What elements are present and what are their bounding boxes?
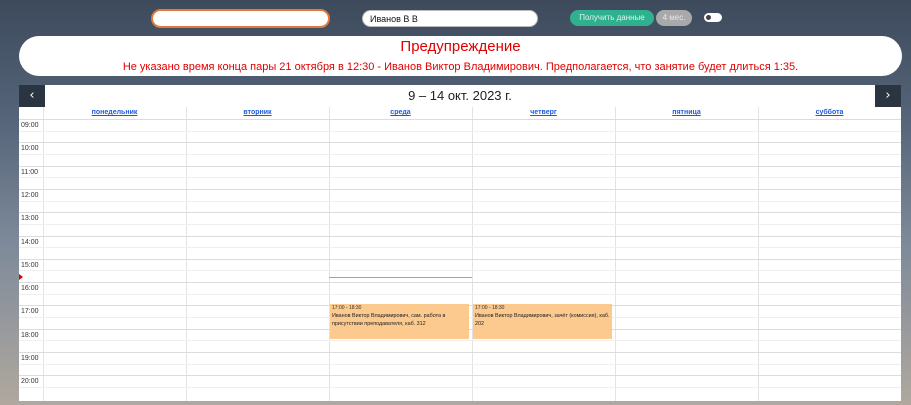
time-label: 10:00 — [21, 145, 39, 153]
day-link[interactable]: понедельник — [43, 107, 186, 119]
hour-gridline — [19, 142, 901, 144]
day-header: вторник — [186, 107, 329, 119]
time-label: 15:00 — [21, 261, 39, 269]
half-hour-gridline — [19, 130, 901, 132]
hour-gridline — [19, 375, 901, 377]
event-time: 17:00 - 18:30 — [332, 305, 362, 312]
time-label: 20:00 — [21, 378, 39, 386]
column-divider — [472, 107, 473, 401]
period-button[interactable]: 4 мес. — [656, 10, 692, 26]
half-hour-gridline — [19, 270, 901, 272]
mode-toggle[interactable] — [704, 13, 722, 22]
warning-title: Предупреждение — [400, 38, 521, 55]
half-hour-gridline — [19, 340, 901, 342]
day-header: понедельник — [43, 107, 186, 119]
day-header: суббота — [758, 107, 901, 119]
time-label: 09:00 — [21, 122, 39, 129]
day-link[interactable]: суббота — [758, 107, 901, 119]
half-hour-gridline — [19, 153, 901, 155]
hour-gridline — [19, 165, 901, 167]
time-label: 14:00 — [21, 238, 39, 246]
column-divider — [43, 107, 44, 401]
event-title: Иванов Виктор Владимирович, зачёт (комис… — [475, 313, 610, 328]
half-hour-gridline — [19, 200, 901, 202]
time-label: 11:00 — [21, 168, 38, 176]
hour-gridline — [19, 119, 901, 120]
half-hour-gridline — [19, 363, 901, 365]
event-title: Иванов Виктор Владимирович, сам. работа … — [332, 313, 446, 328]
hour-gridline — [19, 258, 901, 260]
day-link[interactable]: среда — [329, 107, 472, 119]
hour-gridline — [19, 235, 901, 237]
half-hour-gridline — [19, 386, 901, 388]
teacher-input[interactable] — [362, 10, 538, 27]
toolbar: Получить данные 4 мес. — [0, 0, 911, 34]
day-header: среда — [329, 107, 472, 119]
time-label: 17:00 — [21, 308, 39, 316]
time-label: 19:00 — [21, 355, 39, 362]
calendar-title: 9 – 14 окт. 2023 г. — [408, 88, 512, 103]
chevron-left-icon[interactable]: ‹ — [19, 85, 45, 107]
time-label: 13:00 — [21, 215, 39, 223]
column-divider — [758, 107, 759, 401]
column-divider — [186, 107, 187, 401]
time-label: 12:00 — [21, 191, 39, 199]
calendar: ‹ 9 – 14 окт. 2023 г. › понедельник вторн… — [19, 85, 901, 401]
half-hour-gridline — [19, 247, 901, 249]
time-label: 18:00 — [21, 331, 39, 339]
hour-gridline — [19, 212, 901, 214]
hour-gridline — [19, 352, 901, 353]
warning-banner: Предупреждение Не указано время конца па… — [19, 36, 902, 76]
search-input[interactable] — [151, 9, 330, 28]
day-header: пятница — [615, 107, 758, 119]
column-divider — [615, 107, 616, 401]
half-hour-gridline — [19, 293, 901, 295]
half-hour-gridline — [19, 223, 901, 225]
warning-text: Не указано время конца пары 21 октября в… — [122, 61, 799, 73]
event-time: 17:00 - 18:30 — [475, 305, 505, 312]
chevron-right-icon[interactable]: › — [875, 85, 901, 107]
calendar-event[interactable]: 17:00 - 18:30 Иванов Виктор Владимирович,… — [473, 304, 612, 340]
current-time-line — [329, 277, 472, 279]
day-link[interactable]: четверг — [472, 107, 615, 119]
hour-gridline — [19, 188, 901, 190]
day-link[interactable]: вторник — [186, 107, 329, 119]
day-link[interactable]: пятница — [615, 107, 758, 119]
current-time-marker — [19, 274, 23, 281]
column-divider — [329, 107, 330, 401]
calendar-event[interactable]: 17:00 - 18:30 Иванов Виктор Владимирович,… — [330, 304, 469, 340]
get-data-button[interactable]: Получить данные — [570, 10, 654, 26]
calendar-header: ‹ 9 – 14 окт. 2023 г. › — [19, 85, 901, 107]
day-header: четверг — [472, 107, 615, 119]
toggle-knob — [706, 15, 711, 20]
hour-gridline — [19, 282, 901, 284]
half-hour-gridline — [19, 177, 901, 179]
time-label: 16:00 — [21, 285, 39, 293]
